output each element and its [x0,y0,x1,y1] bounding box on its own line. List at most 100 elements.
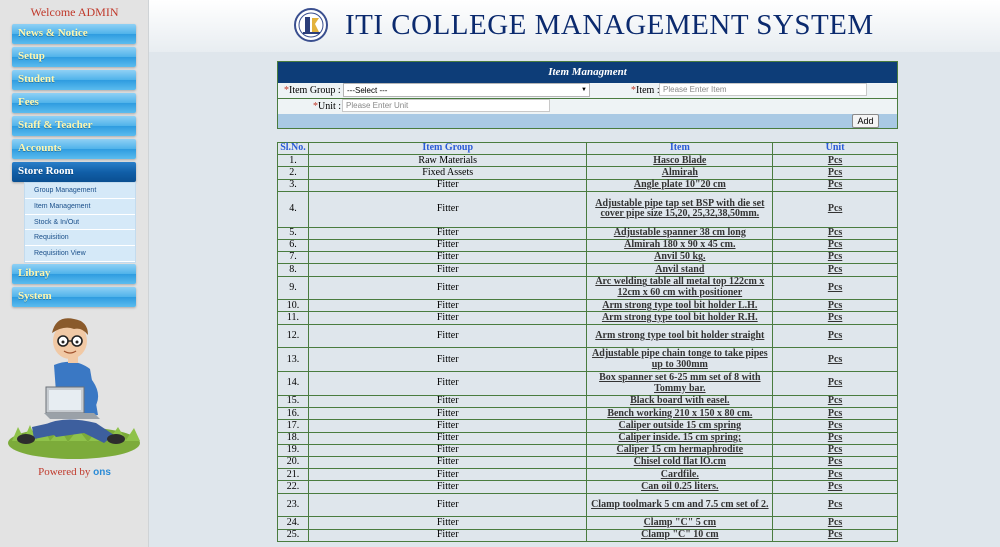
submenu-stock-in-out[interactable]: Stock & In/Out [25,215,135,231]
row-unit-link[interactable]: Pcs [772,468,898,482]
row-item-link[interactable]: Caliper outside 15 cm spring [586,419,774,433]
row-unit-link[interactable]: Pcs [772,431,898,445]
row-unit-link[interactable]: Pcs [772,528,898,542]
row-slno: 5. [277,226,309,240]
ons-logo[interactable]: ons [93,467,111,478]
sidebar: Welcome ADMIN News & Notice Setup Studen… [0,0,149,547]
row-slno: 20. [277,455,309,470]
menu-staff-teacher[interactable]: Staff & Teacher [12,116,136,136]
row-item-group: Fitter [307,347,588,373]
student-laptop-illustration [8,318,140,459]
row-unit-link[interactable]: Pcs [772,455,898,470]
row-slno: 17. [277,419,309,433]
row-unit-link[interactable]: Pcs [772,492,898,518]
row-unit-link[interactable]: Pcs [772,407,898,421]
col-header-unit: Unit [772,141,898,156]
row-slno: 23. [277,492,309,518]
row-item-link[interactable]: Clamp toolmark 5 cm and 7.5 cm set of 2. [586,492,774,518]
row-item-link[interactable]: Caliper 15 cm hermaphrodite [586,443,774,458]
row-item-group: Fitter [307,323,588,349]
row-unit-link[interactable]: Pcs [772,263,898,277]
row-item-link[interactable]: Adjustable pipe chain tonge to take pipe… [586,347,774,373]
menu-setup[interactable]: Setup [12,47,136,67]
row-unit-link[interactable]: Pcs [772,154,898,168]
row-unit-link[interactable]: Pcs [772,371,898,397]
row-item-link[interactable]: Cardfile. [586,468,774,482]
row-item-group: Fitter [307,395,588,409]
welcome-text: Welcome ADMIN [30,5,119,19]
row-item-group: Fitter [307,431,588,445]
row-unit-link[interactable]: Pcs [772,178,898,192]
menu-library[interactable]: Libray [12,264,136,284]
menu-system[interactable]: System [12,287,136,307]
row-item-link[interactable]: Arm strong type tool bit holder R.H. [586,311,774,325]
item-group-selected-value: ---Select --- [347,86,388,95]
row-item-link[interactable]: Anvil 50 kg. [586,251,774,265]
row-unit-link[interactable]: Pcs [772,190,898,228]
table-row: 1. Raw Materials Hasco Blade Pcs [277,154,898,168]
row-item-link[interactable]: Almirah [586,166,774,180]
table-row: 3. Fitter Angle plate 10"20 cm Pcs [277,178,898,192]
row-item-link[interactable]: Bench working 210 x 150 x 80 cm. [586,407,774,421]
row-item-link[interactable]: Box spanner set 6-25 mm set of 8 with To… [586,371,774,397]
row-unit-link[interactable]: Pcs [772,419,898,433]
row-unit-link[interactable]: Pcs [772,443,898,458]
row-slno: 25. [277,528,309,542]
row-item-link[interactable]: Arm strong type tool bit holder L.H. [586,299,774,313]
table-row: 13. Fitter Adjustable pipe chain tonge to … [277,347,898,373]
row-item-link[interactable]: Can oil 0.25 liters. [586,480,774,494]
row-item-link[interactable]: Anvil stand [586,263,774,277]
menu-student[interactable]: Student [12,70,136,90]
row-item-link[interactable]: Hasco Blade [586,154,774,168]
row-item-link[interactable]: Adjustable spanner 38 cm long [586,226,774,240]
row-item-link[interactable]: Almirah 180 x 90 x 45 cm. [586,238,774,253]
table-row: 14. Fitter Box spanner set 6-25 mm set of … [277,371,898,397]
menu-news-notice[interactable]: News & Notice [12,24,136,44]
row-item-link[interactable]: Black board with easel. [586,395,774,409]
menu-accounts[interactable]: Accounts [12,139,136,159]
row-item-link[interactable]: Clamp "C" 5 cm [586,516,774,530]
row-unit-link[interactable]: Pcs [772,311,898,325]
item-group-select[interactable]: ---Select --- ▼ [343,83,590,97]
menu-fees[interactable]: Fees [12,93,136,113]
row-item-link[interactable]: Caliper inside. 15 cm spring; [586,431,774,445]
table-row: 9. Fitter Arc welding table all metal top … [277,275,898,301]
row-unit-link[interactable]: Pcs [772,238,898,253]
row-item-link[interactable]: Arc welding table all metal top 122cm x … [586,275,774,301]
row-unit-link[interactable]: Pcs [772,480,898,494]
submenu-group-management[interactable]: Group Management [25,183,135,199]
item-input[interactable] [659,83,867,96]
add-button[interactable]: Add [852,114,879,128]
row-unit-link[interactable]: Pcs [772,226,898,240]
row-unit-link[interactable]: Pcs [772,166,898,180]
submenu-requisition[interactable]: Requisition [25,230,135,247]
powered-by-label: Powered by [38,466,91,478]
row-item-link[interactable]: Adjustable pipe tap set BSP with die set… [586,190,774,228]
submenu-requisition-view[interactable]: Requisition View [25,246,135,262]
row-item-group: Fitter [307,455,588,470]
row-unit-link[interactable]: Pcs [772,323,898,349]
submenu-item-management[interactable]: Item Management [25,199,135,215]
row-unit-link[interactable]: Pcs [772,347,898,373]
table-row: 4. Fitter Adjustable pipe tap set BSP with… [277,190,898,228]
table-row: 24. Fitter Clamp "C" 5 cm Pcs [277,516,898,530]
row-item-group: Raw Materials [307,154,588,168]
row-item-link[interactable]: Chisel cold flat lO.cm [586,455,774,470]
row-item-group: Fitter [307,178,588,192]
row-item-link[interactable]: Angle plate 10"20 cm [586,178,774,192]
row-unit-link[interactable]: Pcs [772,251,898,265]
row-slno: 16. [277,407,309,421]
row-item-group: Fitter [307,492,588,518]
unit-input[interactable] [342,99,550,112]
row-item-link[interactable]: Arm strong type tool bit holder straight [586,323,774,349]
row-unit-link[interactable]: Pcs [772,516,898,530]
row-unit-link[interactable]: Pcs [772,395,898,409]
table-row: 10. Fitter Arm strong type tool bit holder… [277,299,898,313]
row-item-link[interactable]: Clamp "C" 10 cm [586,528,774,542]
row-slno: 3. [277,178,309,192]
row-slno: 4. [277,190,309,228]
row-unit-link[interactable]: Pcs [772,275,898,301]
col-header-item: Item [586,141,774,156]
menu-store-room[interactable]: Store Room [12,162,136,182]
row-unit-link[interactable]: Pcs [772,299,898,313]
